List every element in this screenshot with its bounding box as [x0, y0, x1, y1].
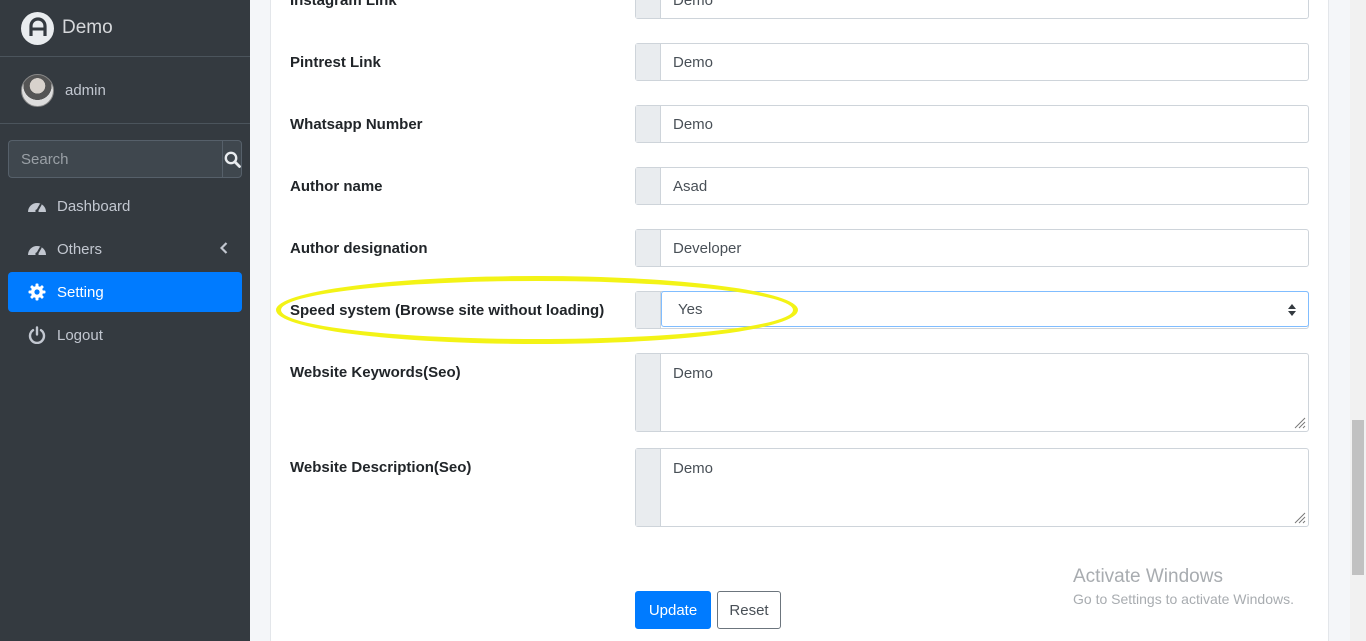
- sidebar-nav: Dashboard Others Setting Logout: [8, 186, 242, 358]
- author-designation-field[interactable]: Developer: [635, 229, 1309, 267]
- whatsapp-value: Demo: [673, 115, 714, 133]
- keywords-label: Website Keywords(Seo): [290, 364, 461, 381]
- description-value: Demo: [673, 460, 714, 477]
- brand-link[interactable]: Demo: [0, 0, 250, 57]
- chevron-left-icon: [220, 242, 228, 254]
- gear-icon: [27, 282, 47, 302]
- main-content: Instagram Link Demo Pintrest Link Demo W…: [250, 0, 1350, 641]
- description-textarea[interactable]: Demo: [635, 448, 1309, 527]
- avatar: [21, 73, 54, 107]
- sidebar-item-logout[interactable]: Logout: [8, 315, 242, 355]
- tachometer-icon: [27, 196, 47, 216]
- search-input[interactable]: [8, 140, 222, 178]
- keywords-value: Demo: [673, 365, 714, 382]
- sidebar-search: [8, 140, 242, 178]
- author-name-label: Author name: [290, 178, 383, 195]
- author-designation-label: Author designation: [290, 240, 428, 257]
- brand-name: Demo: [62, 17, 113, 38]
- pintrest-label: Pintrest Link: [290, 54, 381, 71]
- search-icon: [224, 151, 241, 168]
- sidebar-item-label: Others: [57, 240, 103, 258]
- user-name[interactable]: admin: [65, 82, 106, 99]
- power-icon: [27, 325, 47, 345]
- resize-grip-icon[interactable]: [1294, 512, 1306, 524]
- whatsapp-field[interactable]: Demo: [635, 105, 1309, 143]
- brand-logo-icon: [21, 11, 54, 45]
- author-name-value: Asad: [673, 177, 708, 195]
- whatsapp-label: Whatsapp Number: [290, 116, 423, 133]
- pintrest-value: Demo: [673, 53, 714, 71]
- watermark-subtitle: Go to Settings to activate Windows.: [1073, 591, 1294, 607]
- author-name-field[interactable]: Asad: [635, 167, 1309, 205]
- update-button[interactable]: Update: [635, 591, 711, 629]
- sidebar: Demo admin Dashboard: [0, 0, 250, 641]
- sidebar-item-dashboard[interactable]: Dashboard: [8, 186, 242, 226]
- sidebar-item-label: Dashboard: [57, 197, 131, 215]
- sidebar-item-others[interactable]: Others: [8, 229, 242, 269]
- sidebar-item-setting[interactable]: Setting: [8, 272, 242, 312]
- instagram-field[interactable]: Demo: [635, 0, 1309, 19]
- speed-system-dropdown[interactable]: Yes: [661, 291, 1309, 327]
- speed-system-select[interactable]: Yes: [635, 291, 1309, 329]
- watermark-title: Activate Windows: [1073, 566, 1223, 587]
- sidebar-item-label: Logout: [57, 326, 103, 344]
- sidebar-item-label: Setting: [57, 283, 104, 301]
- speed-system-label: Speed system (Browse site without loadin…: [290, 302, 605, 319]
- settings-card: Instagram Link Demo Pintrest Link Demo W…: [270, 0, 1329, 641]
- user-panel[interactable]: admin: [0, 57, 250, 124]
- reset-button[interactable]: Reset: [717, 591, 781, 629]
- speed-system-value: Yes: [678, 300, 703, 318]
- activate-windows-watermark: Activate Windows Go to Settings to activ…: [1073, 566, 1294, 607]
- tachometer-icon: [27, 239, 47, 259]
- keywords-textarea[interactable]: Demo: [635, 353, 1309, 432]
- scrollbar-thumb[interactable]: [1352, 420, 1364, 575]
- instagram-label: Instagram Link: [290, 0, 397, 9]
- page-scrollbar[interactable]: [1350, 0, 1366, 641]
- pintrest-field[interactable]: Demo: [635, 43, 1309, 81]
- resize-grip-icon[interactable]: [1294, 417, 1306, 429]
- search-button[interactable]: [222, 140, 242, 178]
- instagram-value: Demo: [673, 0, 714, 9]
- select-arrows-icon: [1288, 304, 1296, 316]
- description-label: Website Description(Seo): [290, 459, 472, 476]
- author-designation-value: Developer: [673, 239, 742, 257]
